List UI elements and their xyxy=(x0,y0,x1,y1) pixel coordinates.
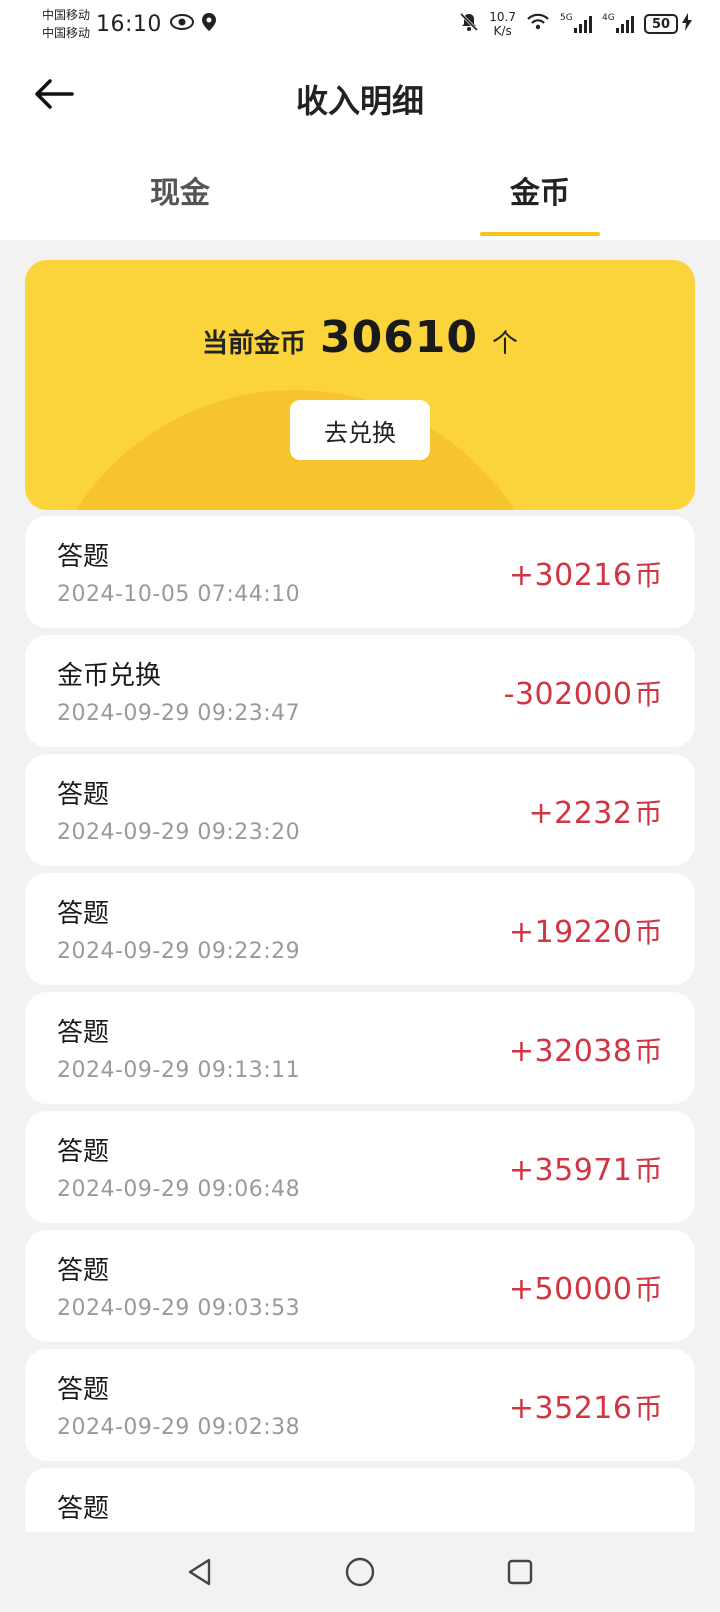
record-time: 2024-09-29 09:03:53 xyxy=(57,1296,301,1321)
network-speed: 10.7 K/s xyxy=(489,10,516,38)
balance-row: 当前金币 30610 个 xyxy=(25,312,695,363)
record-title: 答题 xyxy=(57,542,110,572)
record-amount: +30216币 xyxy=(509,554,663,594)
speed-unit: K/s xyxy=(493,24,512,38)
mute-icon xyxy=(459,12,479,36)
speed-value: 10.7 xyxy=(489,10,516,24)
amount-value: +50000 xyxy=(508,1272,633,1307)
amount-value: +35216 xyxy=(508,1391,633,1426)
record-amount: +32038币 xyxy=(509,1030,663,1070)
tab-bar: 现金 金币 xyxy=(0,140,720,240)
screen: 中国移动 中国移动 16:10 10.7 K/s 5G 4G 50 收入明细 现… xyxy=(0,0,720,1612)
list-item[interactable]: 答题 2024-09-29 09:02:38 +35216币 xyxy=(25,1349,695,1461)
record-amount: +35971币 xyxy=(509,1149,663,1189)
exchange-button[interactable]: 去兑换 xyxy=(290,400,430,460)
record-amount: +2232币 xyxy=(529,792,664,832)
balance-value: 30610 xyxy=(319,312,479,363)
system-nav-bar xyxy=(0,1532,720,1612)
amount-value: +32038 xyxy=(508,1034,633,1069)
wifi-icon xyxy=(526,13,550,35)
record-time: 2024-10-05 07:44:10 xyxy=(57,582,301,607)
carrier-info: 中国移动 中国移动 xyxy=(42,6,90,42)
amount-value: -302000 xyxy=(503,677,633,712)
charging-icon xyxy=(682,13,692,35)
nav-home-button[interactable] xyxy=(330,1542,390,1602)
amount-unit: 币 xyxy=(634,916,663,949)
net-type-2: 4G xyxy=(602,13,615,23)
income-record-list: 答题 2024-10-05 07:44:10 +30216币 金币兑换 2024… xyxy=(25,516,695,1545)
record-amount: +19220币 xyxy=(509,911,663,951)
amount-value: +19220 xyxy=(508,915,633,950)
tab-coins[interactable]: 金币 xyxy=(360,140,720,240)
amount-unit: 币 xyxy=(634,1392,663,1425)
list-item[interactable]: 金币兑换 2024-09-29 09:23:47 -302000币 xyxy=(25,635,695,747)
record-title: 答题 xyxy=(57,1256,110,1286)
amount-unit: 币 xyxy=(634,797,663,830)
record-amount: +50000币 xyxy=(509,1268,663,1308)
record-amount: +35216币 xyxy=(509,1387,663,1427)
record-amount: -302000币 xyxy=(504,673,663,713)
amount-unit: 币 xyxy=(634,559,663,592)
list-item[interactable]: 答题 2024-09-29 09:06:48 +35971币 xyxy=(25,1111,695,1223)
record-title: 答题 xyxy=(57,1018,110,1048)
home-circle-icon xyxy=(345,1557,375,1587)
battery-level: 50 xyxy=(651,16,671,32)
location-icon xyxy=(201,12,216,36)
page-title: 收入明细 xyxy=(295,82,424,120)
record-title: 答题 xyxy=(57,1375,110,1405)
record-title: 答题 xyxy=(57,899,110,929)
amount-unit: 币 xyxy=(634,1154,663,1187)
record-time: 2024-09-29 09:23:47 xyxy=(57,701,301,726)
record-title: 答题 xyxy=(57,780,110,810)
record-title: 金币兑换 xyxy=(57,661,162,691)
carrier-1: 中国移动 xyxy=(42,8,91,22)
record-time: 2024-09-29 09:06:48 xyxy=(57,1177,301,1202)
signal-icon-2: 4G xyxy=(602,13,634,33)
battery-icon: 50 xyxy=(644,14,678,34)
balance-unit: 个 xyxy=(492,329,519,359)
record-time: 2024-09-29 09:02:38 xyxy=(57,1415,301,1440)
header: 收入明细 xyxy=(0,48,720,140)
carrier-2: 中国移动 xyxy=(42,26,91,40)
balance-label: 当前金币 xyxy=(201,329,306,359)
list-item[interactable]: 答题 2024-09-29 09:13:11 +32038币 xyxy=(25,992,695,1104)
status-bar: 中国移动 中国移动 16:10 10.7 K/s 5G 4G 50 xyxy=(0,0,720,48)
back-triangle-icon xyxy=(188,1558,211,1586)
status-time: 16:10 xyxy=(96,11,162,37)
list-item[interactable]: 答题 2024-10-05 07:44:10 +30216币 xyxy=(25,516,695,628)
record-title: 答题 xyxy=(57,1137,110,1167)
record-time: 2024-09-29 09:13:11 xyxy=(57,1058,301,1083)
amount-unit: 币 xyxy=(634,1035,663,1068)
status-right: 10.7 K/s 5G 4G 50 xyxy=(459,10,692,38)
record-time: 2024-09-29 09:22:29 xyxy=(57,939,301,964)
record-title: 答题 xyxy=(57,1494,110,1524)
net-type-1: 5G xyxy=(560,13,573,23)
list-item[interactable]: 答题 xyxy=(25,1468,695,1538)
nav-back-button[interactable] xyxy=(170,1542,230,1602)
record-time: 2024-09-29 09:23:20 xyxy=(57,820,301,845)
list-item[interactable]: 答题 2024-09-29 09:23:20 +2232币 xyxy=(25,754,695,866)
list-item[interactable]: 答题 2024-09-29 09:22:29 +19220币 xyxy=(25,873,695,985)
amount-value: +30216 xyxy=(508,558,633,593)
coin-balance-card: 当前金币 30610 个 去兑换 xyxy=(25,260,695,510)
eye-icon xyxy=(169,13,194,35)
nav-recents-button[interactable] xyxy=(490,1542,550,1602)
amount-unit: 币 xyxy=(634,678,663,711)
amount-unit: 币 xyxy=(634,1273,663,1306)
list-item[interactable]: 答题 2024-09-29 09:03:53 +50000币 xyxy=(25,1230,695,1342)
amount-value: +2232 xyxy=(528,796,633,831)
tab-cash[interactable]: 现金 xyxy=(0,140,360,240)
recents-square-icon xyxy=(507,1559,533,1585)
signal-icon: 5G xyxy=(560,13,592,33)
amount-value: +35971 xyxy=(508,1153,633,1188)
